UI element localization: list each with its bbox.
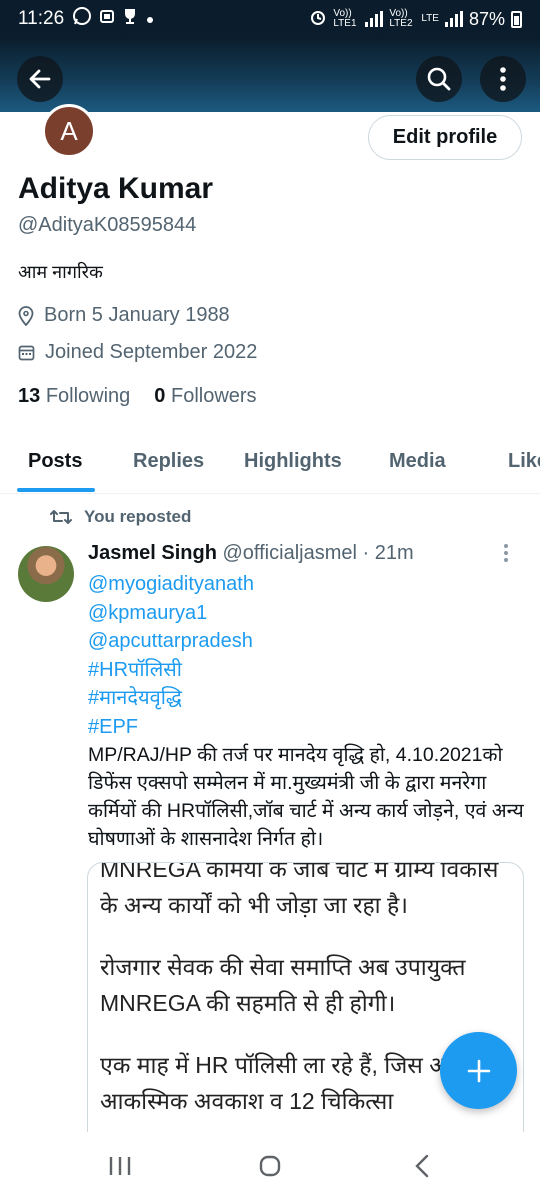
dot-icon <box>146 8 154 30</box>
mention-link[interactable]: @apcuttarpradesh <box>88 627 528 656</box>
post-author-handle[interactable]: @officialjasmel <box>223 542 357 564</box>
battery-icon <box>511 10 522 28</box>
system-back-button[interactable] <box>402 1150 442 1182</box>
active-tab-indicator <box>17 488 95 492</box>
following-label: Following <box>45 385 131 407</box>
profile-avatar[interactable]: A <box>42 104 96 158</box>
signal-icon <box>365 11 384 27</box>
profile-joined: Joined September 2022 <box>18 341 257 364</box>
profile-birthdate: Born 5 January 1988 <box>18 304 230 327</box>
post-author-name[interactable]: Jasmel Singh <box>88 542 217 564</box>
status-time: 11:26 <box>18 8 65 29</box>
tab-posts[interactable]: Posts <box>28 450 82 473</box>
tab-highlights[interactable]: Highlights <box>244 450 342 473</box>
post-more-button[interactable] <box>502 542 510 569</box>
tab-likes[interactable]: Likes <box>508 450 540 473</box>
network-label: LTE <box>421 13 439 24</box>
back-button[interactable] <box>17 56 63 102</box>
alarm-icon <box>309 8 327 31</box>
recent-apps-button[interactable] <box>100 1150 140 1182</box>
mention-link[interactable]: @myogiadityanath <box>88 570 528 599</box>
image-paragraph: MNREGA कामया क जाब चाट म ग्राम्य विकास क… <box>100 862 499 918</box>
avatar-letter: A <box>60 115 78 146</box>
tab-replies[interactable]: Replies <box>133 450 204 473</box>
repost-icon <box>50 510 72 524</box>
sim2-label: Vo)) LTE2 <box>389 8 413 29</box>
following-link[interactable]: 13 Following <box>18 385 130 408</box>
search-button[interactable] <box>416 56 462 102</box>
born-text: Born 5 January 1988 <box>44 304 230 326</box>
home-button[interactable] <box>250 1150 290 1182</box>
repost-label: You reposted <box>84 507 192 526</box>
repost-indicator: You reposted <box>50 507 191 527</box>
post-text: MP/RAJ/HP की तर्ज पर मानदेय वृद्धि हो, 4… <box>88 744 524 850</box>
notification-icon <box>100 8 115 30</box>
more-vertical-icon <box>500 67 506 91</box>
profile-handle: @AdityaK08595844 <box>18 214 197 236</box>
arrow-left-icon <box>29 69 51 89</box>
plus-icon <box>467 1059 490 1082</box>
profile-name: Aditya Kumar <box>18 172 214 205</box>
chevron-left-icon <box>415 1154 429 1178</box>
recent-apps-icon <box>109 1157 131 1175</box>
edit-profile-button[interactable]: Edit profile <box>368 115 522 160</box>
profile-screen: 11:26 Vo)) LTE1 Vo)) LTE2 LTE 87% A Edit… <box>0 0 540 1200</box>
profile-tabs: Posts Replies Highlights Media Likes <box>0 432 540 494</box>
profile-bio: आम नागरिक <box>18 262 103 282</box>
search-icon <box>427 67 451 91</box>
post-time: · 21m <box>362 542 414 564</box>
tab-media[interactable]: Media <box>389 450 446 473</box>
post-header: Jasmel Singh @officialjasmel · 21m <box>88 542 414 565</box>
more-options-button[interactable] <box>480 56 526 102</box>
mention-link[interactable]: @kpmaurya1 <box>88 599 528 628</box>
compose-post-button[interactable] <box>440 1032 517 1109</box>
post-image[interactable]: MNREGA कामया क जाब चाट म ग्राम्य विकास क… <box>87 862 524 1152</box>
status-bar: 11:26 Vo)) LTE1 Vo)) LTE2 LTE 87% <box>0 0 540 38</box>
trophy-icon <box>122 7 138 31</box>
followers-link[interactable]: 0 Followers <box>154 385 256 408</box>
signal-icon-2 <box>444 11 463 27</box>
home-icon <box>259 1155 281 1177</box>
calendar-icon <box>18 345 35 361</box>
battery-percent: 87% <box>468 8 505 29</box>
followers-count: 0 <box>154 385 166 407</box>
image-paragraph: रोजगार सेवक की सेवा समाप्ति अब उपायुक्त … <box>100 954 466 1016</box>
following-count: 13 <box>18 385 41 407</box>
sim1-label: Vo)) LTE1 <box>333 8 357 29</box>
followers-label: Followers <box>170 385 257 407</box>
profile-banner <box>0 38 540 112</box>
system-nav-bar <box>0 1132 540 1200</box>
post-body: @myogiadityanath @kpmaurya1 @apcuttarpra… <box>88 570 528 853</box>
post-author-avatar[interactable] <box>18 546 74 602</box>
more-vertical-icon <box>504 544 508 562</box>
hashtag-link[interactable]: #HRपॉलिसी <box>88 656 528 685</box>
hashtag-link[interactable]: #मानदेयवृद्धि <box>88 684 528 713</box>
joined-text: Joined September 2022 <box>45 341 258 363</box>
hashtag-link[interactable]: #EPF <box>88 713 528 742</box>
follow-stats: 13 Following 0 Followers <box>18 385 257 408</box>
whatsapp-icon <box>72 6 92 32</box>
location-pin-icon <box>18 305 34 326</box>
